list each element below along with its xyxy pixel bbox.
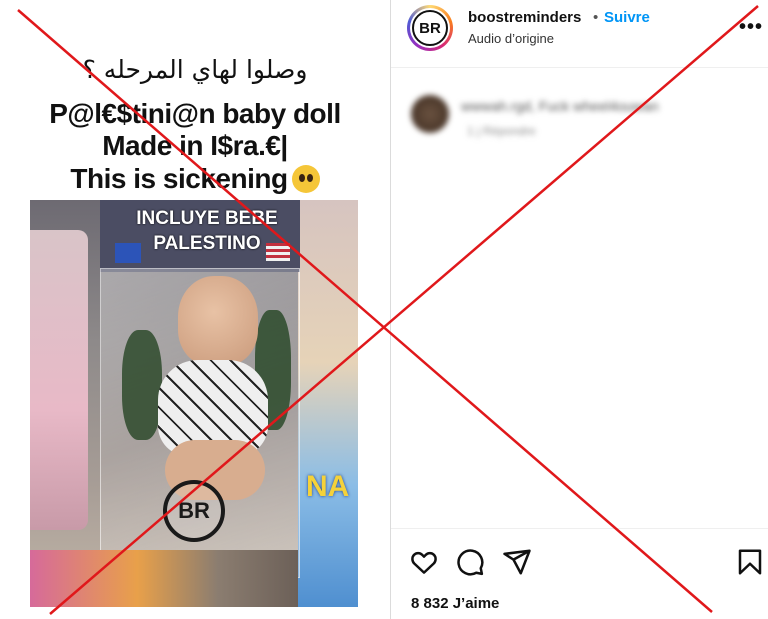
doll-box-label-line-1: INCLUYE BEBE xyxy=(136,208,278,229)
likes-count[interactable]: 8 832 J’aime xyxy=(411,595,499,612)
right-toy-box: NA xyxy=(298,200,358,607)
comment-avatar xyxy=(411,95,449,133)
blurred-comment: wwwah.rgd, Fuck wheel4ouwan 1 j Répondre xyxy=(411,95,751,145)
post-media[interactable]: وصلوا لهاي المرحله ؟ P@l€$tini@n baby do… xyxy=(0,0,390,619)
doll-photo: NA INCLUYE BEBE PALESTINO BR xyxy=(30,200,358,607)
audio-link[interactable]: Audio d’origine xyxy=(468,31,554,46)
doll-box-label-line-2: PALESTINO xyxy=(153,233,261,254)
post-header: BR boostreminders • Suivre Audio d’origi… xyxy=(391,0,768,68)
left-doll-package xyxy=(30,230,88,530)
leaves-left xyxy=(122,330,162,440)
avatar-logo: BR xyxy=(412,10,448,46)
comment-text: wwwah.rgd, Fuck wheel4ouwan xyxy=(461,98,659,114)
doll-head xyxy=(178,276,258,366)
post-panel: BR boostreminders • Suivre Audio d’origi… xyxy=(390,0,768,619)
bottom-toys xyxy=(30,550,298,607)
doll-box-label: INCLUYE BEBE PALESTINO xyxy=(122,206,292,256)
pleading-face-icon xyxy=(291,165,320,193)
follow-button[interactable]: Suivre xyxy=(604,9,650,26)
avatar[interactable]: BR xyxy=(407,5,453,51)
bookmark-icon[interactable] xyxy=(735,547,765,577)
comment-icon[interactable] xyxy=(455,547,485,577)
heart-icon[interactable] xyxy=(409,547,439,577)
separator-dot: • xyxy=(593,9,599,26)
more-options-icon[interactable]: ••• xyxy=(739,16,763,39)
caption-line-3-text: This is sickening xyxy=(70,163,288,194)
avatar-ring: BR xyxy=(410,8,450,48)
br-watermark-logo: BR xyxy=(163,480,225,542)
action-bar: 8 832 J’aime xyxy=(391,528,768,619)
caption-line-1: P@l€$tini@n baby doll xyxy=(49,98,341,129)
box-side-text: NA xyxy=(306,470,350,503)
caption-line-3: This is sickening xyxy=(0,163,390,195)
comment-meta: 1 j Répondre xyxy=(467,124,536,138)
caption-line-2: Made in I$ra.€| xyxy=(102,130,288,161)
share-icon[interactable] xyxy=(502,547,532,577)
caption-arabic: وصلوا لهاي المرحله ؟ xyxy=(82,55,308,84)
username-link[interactable]: boostreminders xyxy=(468,9,581,26)
